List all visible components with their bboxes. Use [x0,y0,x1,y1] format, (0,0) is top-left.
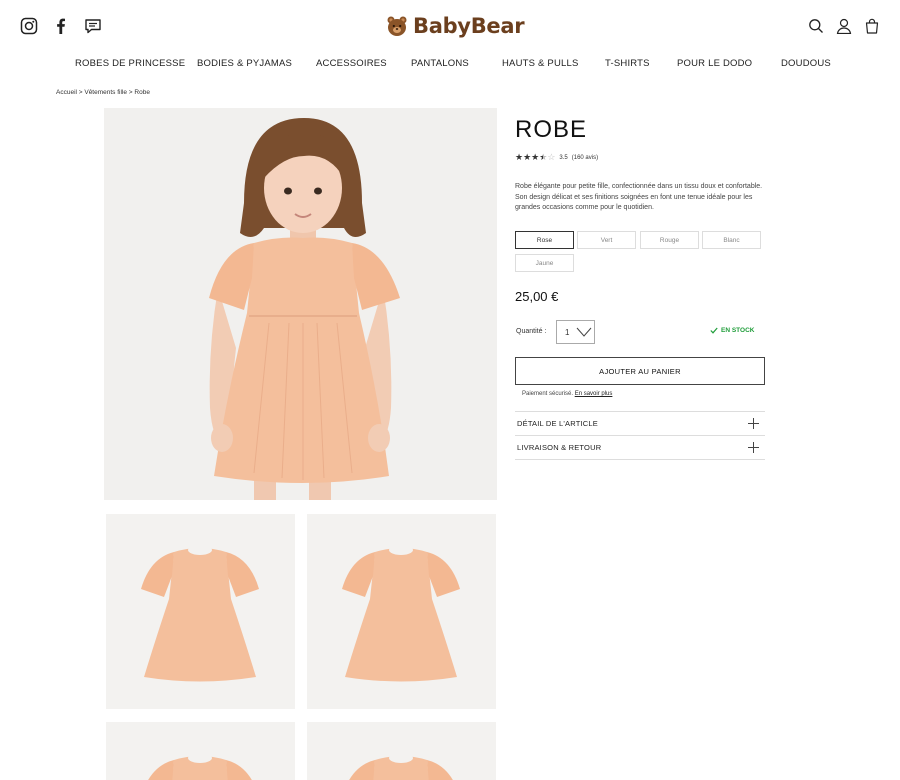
nav-item-bodies-pyjamas[interactable]: BODIES & PYJAMAS [197,58,292,69]
accordion-item-details[interactable]: DÉTAIL DE L'ARTICLE [515,411,765,435]
product-title: ROBE [515,116,588,143]
breadcrumb[interactable]: Accueil > Vêtements fille > Robe [56,89,150,96]
accordion-item-delivery[interactable]: LIVRAISON & RETOUR [515,435,765,459]
nav-item-hauts-pulls[interactable]: HAUTS & PULLS [502,58,579,69]
nav-item-robes-de-princesse[interactable]: ROBES DE PRINCESSE [75,58,185,69]
quantity-value: 1 [565,327,570,337]
account-icon[interactable] [836,18,852,34]
product-thumbnail[interactable] [106,514,295,709]
color-option-rouge[interactable]: Rouge [640,231,699,249]
secure-payment-text: Paiement sécurisé. [522,391,574,397]
quantity-label: Quantité : [516,328,547,335]
accordion-label: LIVRAISON & RETOUR [517,443,602,452]
instagram-icon[interactable] [20,17,38,35]
plus-icon [748,442,759,453]
stock-status: EN STOCK [710,327,754,334]
product-description: Robe élégante pour petite fille, confect… [515,183,763,211]
color-option-rose[interactable]: Rose [515,231,574,249]
product-thumbnail[interactable] [307,514,496,709]
star-full-icon: ★ [515,152,524,162]
dress-flat-photo [106,514,295,709]
chevron-down-icon [576,327,592,337]
secure-payment-note: Paiement sécurisé. En savoir plus [522,391,612,397]
dress-flat-photo [307,722,496,780]
girl-in-dress-photo [104,108,497,500]
social-links [20,17,102,35]
nav-item-accessoires[interactable]: ACCESSOIRES [316,58,387,69]
star-full-icon: ★ [531,152,540,162]
star-empty-icon: ☆ [547,152,556,162]
nav-item-pour-le-dodo[interactable]: POUR LE DODO [677,58,752,69]
product-rating[interactable]: ★ ★ ★ ★ ☆ 3.5 (160 avis) [515,153,598,162]
rating-score: 3.5 [559,154,568,161]
accordion-divider [515,459,765,460]
bear-logo-icon [387,16,407,36]
site-header: BabyBear [0,0,900,52]
header-utilities [808,18,880,34]
learn-more-link[interactable]: En savoir plus [575,391,613,397]
plus-icon [748,418,759,429]
color-option-blanc[interactable]: Blanc [702,231,761,249]
color-option-vert[interactable]: Vert [577,231,636,249]
dress-flat-photo [307,514,496,709]
check-icon [710,327,718,334]
stock-text: EN STOCK [721,327,755,334]
add-to-cart-button[interactable]: AJOUTER AU PANIER [515,357,765,385]
nav-item-t-shirts[interactable]: T-SHIRTS [605,58,650,69]
product-price: 25,00 € [515,289,559,304]
color-option-jaune[interactable]: Jaune [515,254,574,272]
nav-item-pantalons[interactable]: PANTALONS [411,58,469,69]
facebook-icon[interactable] [52,17,70,35]
star-full-icon: ★ [523,152,532,162]
product-thumbnail[interactable] [307,722,496,780]
dress-flat-photo [106,722,295,780]
rating-stars: ★ ★ ★ ★ ☆ [515,153,555,162]
review-count: (160 avis) [571,154,599,161]
bag-icon[interactable] [864,18,880,34]
accordion-label: DÉTAIL DE L'ARTICLE [517,419,598,428]
brand-name: BabyBear [413,14,525,38]
product-main-image[interactable] [104,108,497,500]
search-icon[interactable] [808,18,824,34]
nav-item-doudous[interactable]: DOUDOUS [781,58,831,69]
chat-icon[interactable] [84,17,102,35]
product-thumbnail[interactable] [106,722,295,780]
main-nav: ROBES DE PRINCESSE BODIES & PYJAMAS ACCE… [0,58,900,74]
star-half-icon: ★ [539,152,548,162]
site-logo[interactable]: BabyBear [386,14,525,38]
quantity-select[interactable]: 1 [556,320,595,344]
